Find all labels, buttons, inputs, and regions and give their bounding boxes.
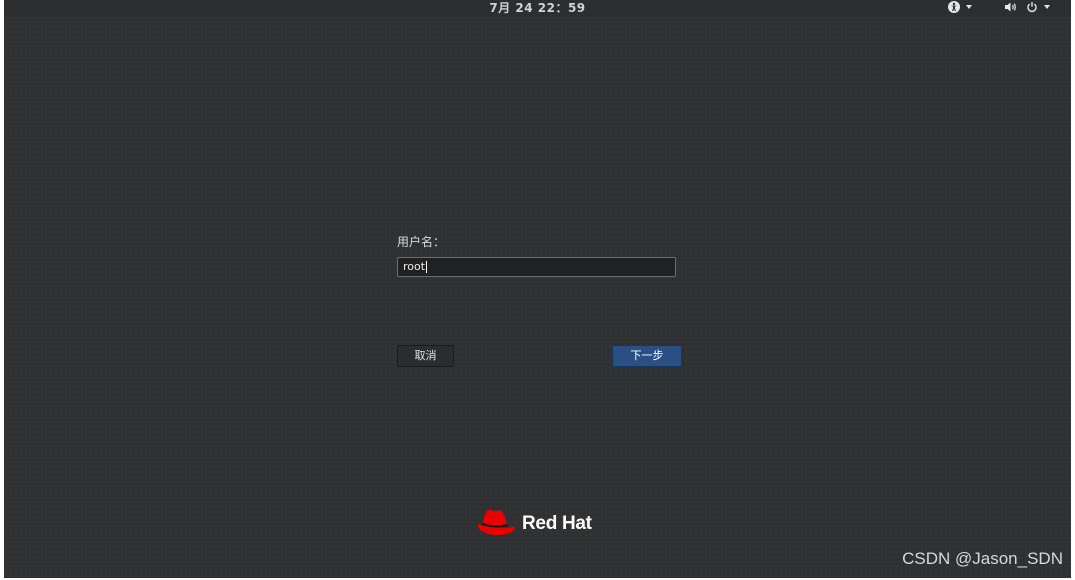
username-value: root <box>403 260 426 273</box>
logo-text: Red Hat <box>522 513 592 534</box>
redhat-logo: Red Hat <box>474 508 592 540</box>
cancel-button[interactable]: 取消 <box>397 345 454 367</box>
power-icon <box>1026 0 1038 17</box>
next-button[interactable]: 下一步 <box>612 345 682 367</box>
text-cursor <box>426 261 428 273</box>
volume-icon <box>1004 0 1018 17</box>
top-bar: 7月 24 22：59 <box>4 0 1071 16</box>
redhat-hat-icon <box>474 507 518 541</box>
clock[interactable]: 7月 24 22：59 <box>4 0 1071 16</box>
accessibility-icon <box>948 0 960 17</box>
username-input[interactable]: root <box>397 257 676 277</box>
login-form: 用户名： root 取消 下一步 <box>397 233 682 367</box>
accessibility-menu[interactable] <box>948 0 972 14</box>
chevron-down-icon <box>966 5 972 9</box>
username-label: 用户名： <box>397 235 446 249</box>
login-screen: 7月 24 22：59 用户名： root 取消 下一步 Red Hat <box>4 0 1071 578</box>
watermark: CSDN @Jason_SDN <box>902 549 1063 568</box>
system-menu[interactable] <box>1004 0 1050 14</box>
chevron-down-icon <box>1044 5 1050 9</box>
